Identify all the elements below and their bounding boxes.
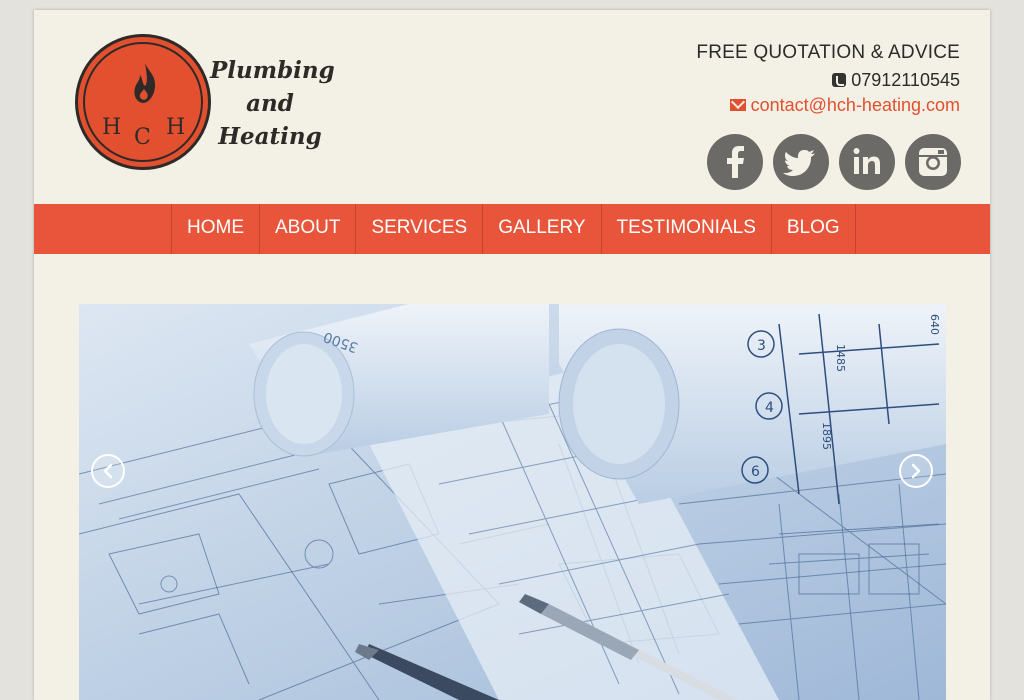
nav-about[interactable]: ABOUT <box>259 204 355 254</box>
blueprint-label-1485: 1485 <box>834 344 847 372</box>
facebook-icon <box>727 146 744 178</box>
chevron-right-icon <box>911 463 921 479</box>
blueprint-label-1895: 1895 <box>820 422 833 450</box>
email-line[interactable]: contact@hch-heating.com <box>696 95 960 116</box>
flame-icon <box>134 63 156 103</box>
email-link[interactable]: contact@hch-heating.com <box>751 95 960 115</box>
blueprint-label-4: 4 <box>765 400 774 416</box>
tagline: FREE QUOTATION & ADVICE <box>696 42 960 63</box>
contact-block: FREE QUOTATION & ADVICE 07912110545 cont… <box>696 42 960 116</box>
blueprint-label-3: 3 <box>757 338 766 354</box>
main-nav: HOME ABOUT SERVICES GALLERY TESTIMONIALS… <box>34 204 990 254</box>
envelope-icon <box>729 99 746 111</box>
hero-slider[interactable]: 3500 3 4 6 1485 1895 640 <box>79 304 946 700</box>
brand-title-line-2: and <box>246 90 294 117</box>
nav-gallery[interactable]: GALLERY <box>482 204 600 254</box>
blueprint-image: 3500 3 4 6 1485 1895 640 <box>79 304 946 700</box>
slider-prev-button[interactable] <box>91 454 125 488</box>
instagram-icon <box>919 148 947 176</box>
nav-blog[interactable]: BLOG <box>770 204 856 254</box>
brand-title[interactable]: Plumbing and Heating <box>210 54 335 153</box>
blueprint-label-640: 640 <box>928 314 941 335</box>
logo-letter-h2: H <box>166 115 186 140</box>
twitter-icon <box>783 150 815 176</box>
facebook-button[interactable] <box>707 134 763 190</box>
nav-testimonials[interactable]: TESTIMONIALS <box>600 204 771 254</box>
instagram-button[interactable] <box>905 134 961 190</box>
brand-title-line-1: Plumbing <box>210 57 335 84</box>
nav-home[interactable]: HOME <box>171 204 259 254</box>
logo-letter-c: C <box>134 125 151 150</box>
linkedin-button[interactable] <box>839 134 895 190</box>
logo[interactable]: H C H <box>75 34 211 170</box>
phone-number[interactable]: 07912110545 <box>851 70 960 90</box>
nav-list: HOME ABOUT SERVICES GALLERY TESTIMONIALS… <box>171 204 856 254</box>
page: H C H Plumbing and Heating FREE QUOTATIO… <box>34 10 990 700</box>
linkedin-icon <box>853 148 880 174</box>
nav-services[interactable]: SERVICES <box>355 204 482 254</box>
chevron-left-icon <box>103 463 113 479</box>
twitter-button[interactable] <box>773 134 829 190</box>
blueprint-label-6: 6 <box>751 464 760 480</box>
phone-icon <box>832 73 847 87</box>
slider-next-button[interactable] <box>899 454 933 488</box>
logo-letter-h1: H <box>102 115 122 140</box>
phone-line[interactable]: 07912110545 <box>696 70 960 91</box>
brand-title-line-3: Heating <box>218 123 322 150</box>
